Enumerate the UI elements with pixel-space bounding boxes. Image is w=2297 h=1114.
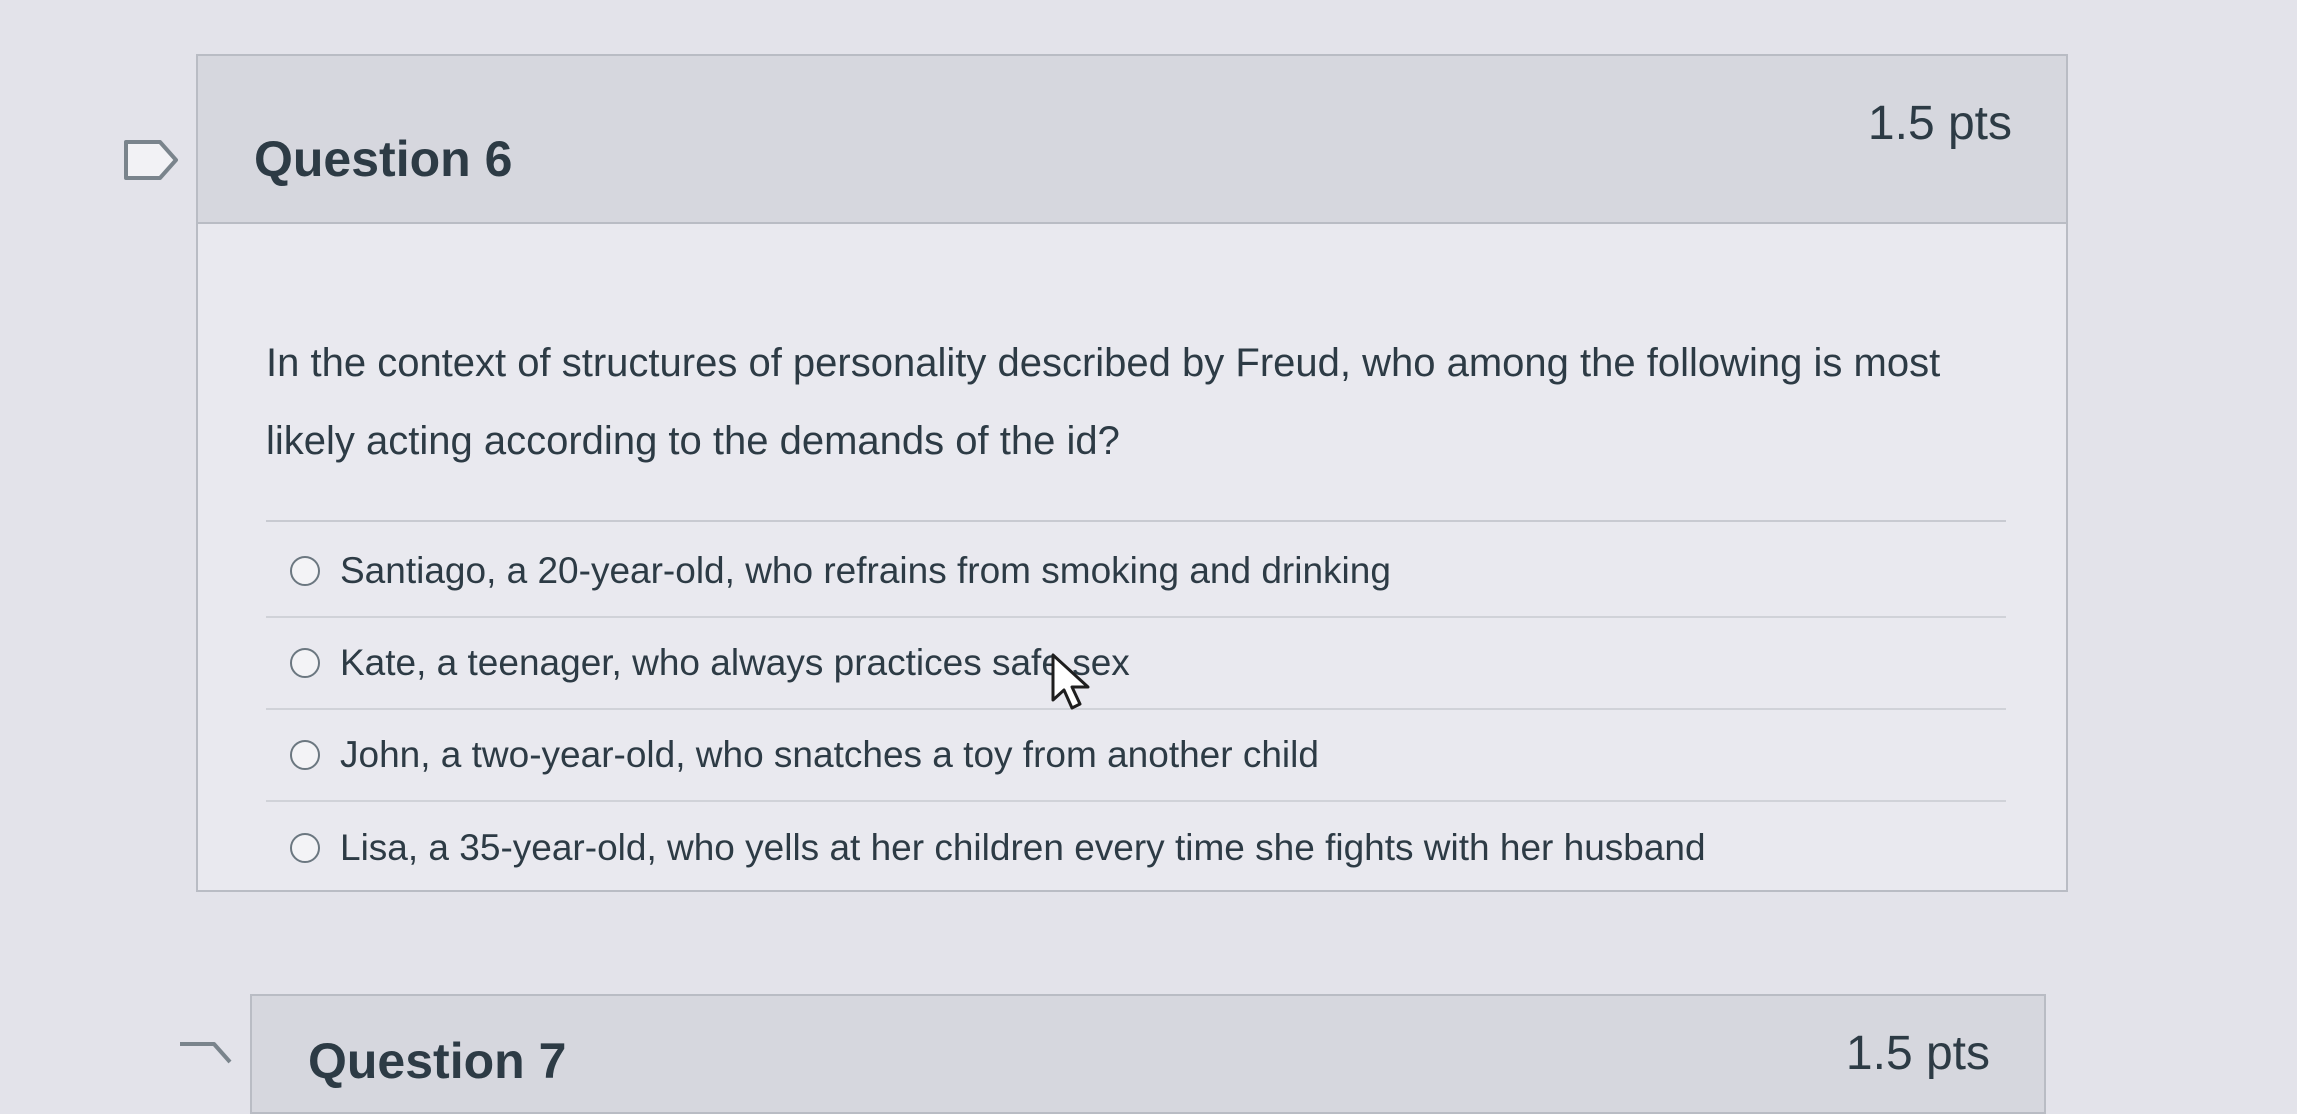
answer-list: Santiago, a 20-year-old, who refrains fr… <box>266 526 2006 894</box>
answer-option-lisa[interactable]: Lisa, a 35-year-old, who yells at her ch… <box>266 802 2006 894</box>
next-question-title: Question 7 <box>308 1033 567 1089</box>
answer-option-santiago[interactable]: Santiago, a 20-year-old, who refrains fr… <box>266 526 2006 618</box>
answer-label: Kate, a teenager, who always practices s… <box>340 642 1130 683</box>
answer-label: Lisa, a 35-year-old, who yells at her ch… <box>340 827 1706 868</box>
question-body: In the context of structures of personal… <box>198 224 2066 894</box>
radio-unselected-icon[interactable] <box>290 740 320 770</box>
next-question-points: 1.5 pts <box>1845 1027 1990 1080</box>
question-header: Question 6 1.5 pts <box>198 56 2066 224</box>
radio-unselected-icon[interactable] <box>290 648 320 678</box>
flag-question-icon[interactable] <box>122 138 182 182</box>
question-title: Question 6 <box>254 131 513 187</box>
answer-option-kate[interactable]: Kate, a teenager, who always practices s… <box>266 618 2006 710</box>
next-question-card: Question 7 1.5 pts <box>250 994 2046 1114</box>
flag-question-icon[interactable] <box>176 1040 236 1070</box>
radio-unselected-icon[interactable] <box>290 556 320 586</box>
answer-label: Santiago, a 20-year-old, who refrains fr… <box>340 550 1391 591</box>
answer-label: John, a two-year-old, who snatches a toy… <box>340 734 1319 775</box>
question-text: In the context of structures of personal… <box>266 341 1941 463</box>
answer-option-john[interactable]: John, a two-year-old, who snatches a toy… <box>266 710 2006 802</box>
question-divider <box>266 520 2006 522</box>
question-points: 1.5 pts <box>1867 97 2012 150</box>
quiz-page: Question 6 1.5 pts In the context of str… <box>0 0 2297 1114</box>
question-card: Question 6 1.5 pts In the context of str… <box>196 54 2068 892</box>
radio-unselected-icon[interactable] <box>290 833 320 863</box>
